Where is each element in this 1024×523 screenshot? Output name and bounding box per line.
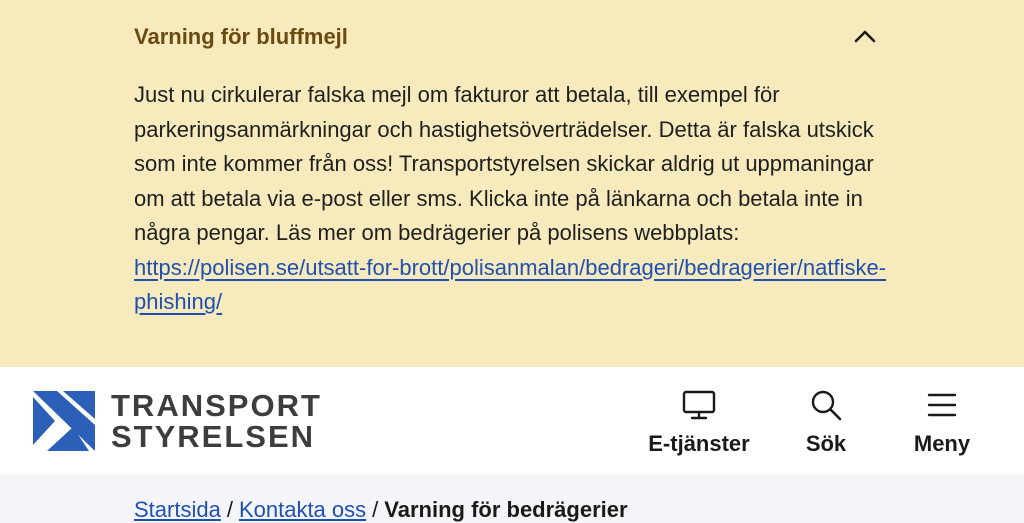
etjanster-button[interactable]: E-tjänster: [644, 387, 754, 457]
logo-mark-icon: [33, 391, 95, 451]
logo-line-2: STYRELSEN: [111, 419, 316, 454]
site-header: TRANSPORT STYRELSEN E-tjänster Sök Meny: [0, 367, 1024, 474]
breadcrumb-separator: /: [226, 497, 233, 522]
breadcrumb: Startsida / Kontakta oss / Varning för bedrä…: [134, 497, 628, 523]
logo-wordmark: TRANSPORT STYRELSEN: [111, 390, 322, 452]
logo-line-1: TRANSPORT: [111, 388, 322, 423]
breadcrumb-current: Varning för bedrägerier: [384, 497, 628, 522]
polisen-link[interactable]: https://polisen.se/utsatt-for-brott/poli…: [134, 255, 886, 315]
etjanster-label: E-tjänster: [648, 431, 750, 456]
warning-text: Just nu cirkulerar falska mejl om faktur…: [134, 82, 874, 245]
search-label: Sök: [805, 431, 847, 456]
breadcrumb-kontakta-oss[interactable]: Kontakta oss: [239, 497, 366, 522]
chevron-up-icon: [854, 30, 876, 43]
warning-body: Just nu cirkulerar falska mejl om faktur…: [134, 78, 904, 320]
transportstyrelsen-logo[interactable]: TRANSPORT STYRELSEN: [33, 390, 322, 452]
collapse-toggle-button[interactable]: [850, 22, 880, 52]
warning-banner: Varning för bluffmejl Just nu cirkulerar…: [0, 0, 1024, 367]
breadcrumb-startsida[interactable]: Startsida: [134, 497, 221, 522]
warning-title[interactable]: Varning för bluffmejl: [134, 24, 348, 50]
breadcrumb-separator: /: [372, 497, 379, 522]
hamburger-menu-icon: [927, 393, 957, 417]
monitor-icon: [682, 390, 716, 420]
menu-button[interactable]: Meny: [908, 387, 976, 457]
search-icon: [811, 390, 842, 421]
menu-label: Meny: [913, 431, 971, 456]
search-button[interactable]: Sök: [796, 387, 856, 457]
